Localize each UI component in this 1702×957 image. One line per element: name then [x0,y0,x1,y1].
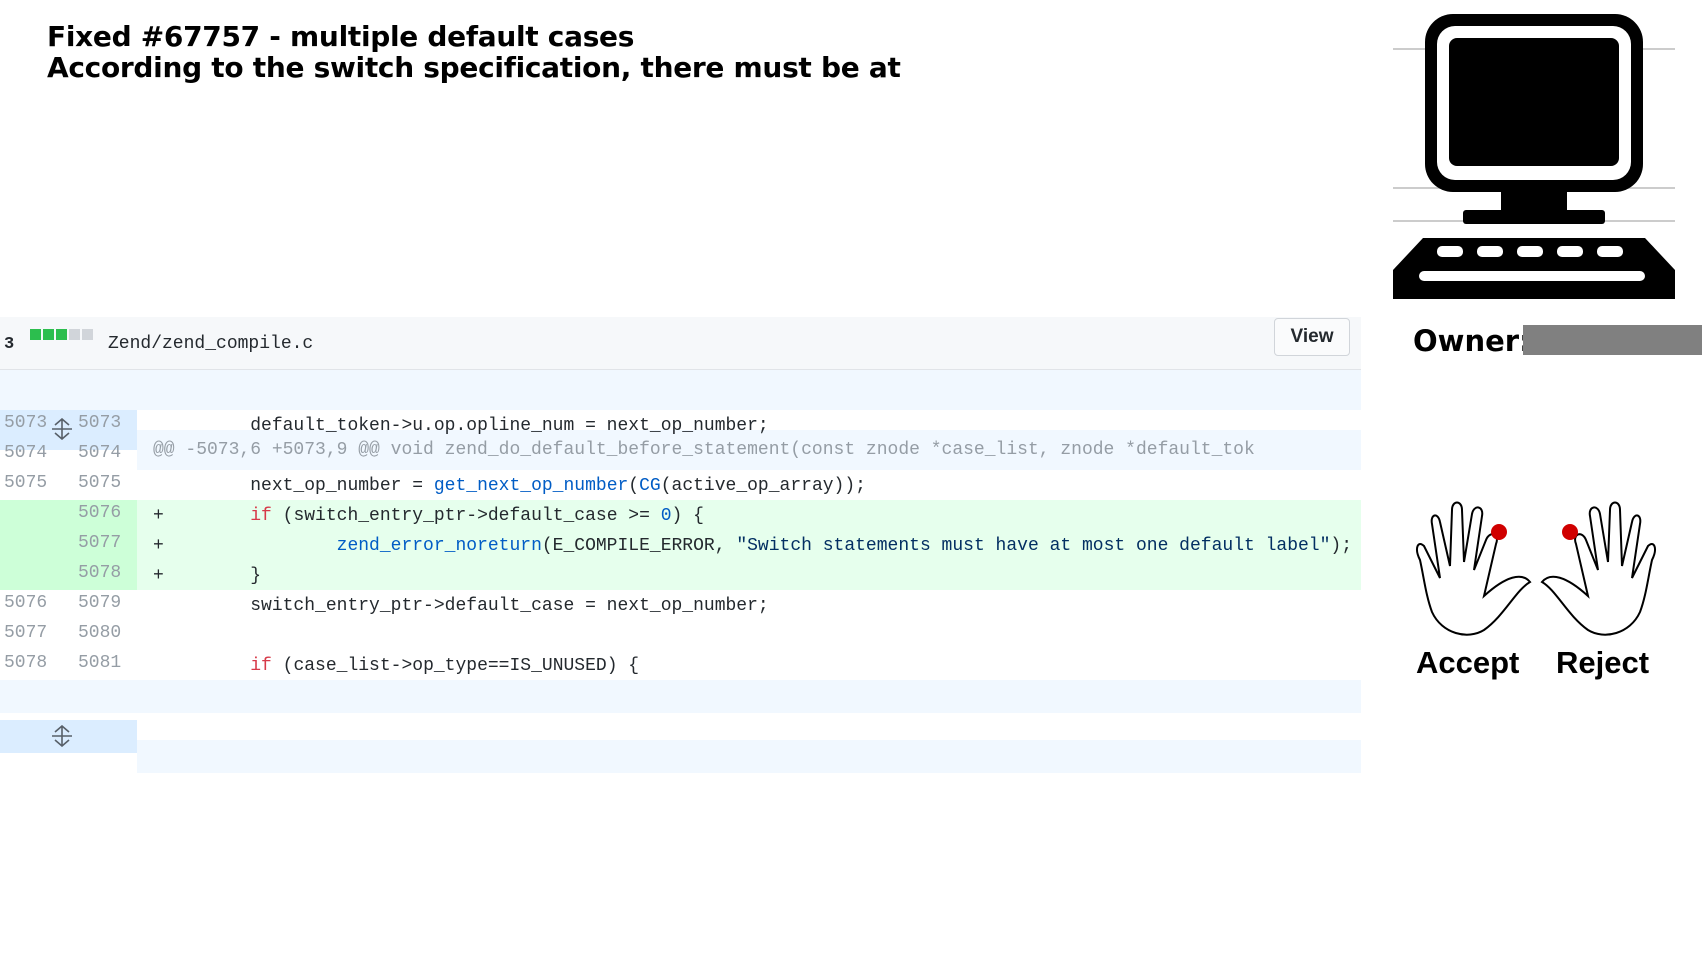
diff-sign [153,476,164,496]
code-token: default_token->u.op.opline_num = next_op… [163,416,769,436]
accept-label[interactable]: Accept [1416,645,1519,681]
expand-icon[interactable] [51,725,73,747]
code-token: ) { [671,506,704,526]
diff-sign: + [153,566,164,586]
code-token: if [250,656,272,676]
title-line-2: According to the switch specification, t… [47,51,901,84]
computer-icon [1393,14,1675,299]
diff-sign: + [153,536,164,556]
old-line-number[interactable]: 5075 [0,470,62,500]
old-line-number[interactable] [0,560,62,590]
code-token: get_next_op_number [433,476,629,496]
context-line-row: 5075 5075 next_op_number = get_next_op_nu… [0,470,1361,500]
code-token: 0 [660,506,672,526]
code-token: (case_list->op_type==IS_UNUSED) { [271,656,640,676]
hunk-footer-row [0,680,1361,773]
code-token: (E_COMPILE_ERROR, [541,536,737,556]
code-line: next_op_number = get_next_op_number(CG(a… [137,470,1361,500]
context-line-row: 5076 5079 switch_entry_ptr->default_case … [0,590,1361,620]
context-line-row: 5077 5080 [0,620,1361,650]
code-token: if [250,506,272,526]
reject-label[interactable]: Reject [1556,645,1649,681]
diffstat-bar [30,329,93,340]
reject-hand-icon[interactable] [1540,500,1660,636]
old-line-number[interactable]: 5078 [0,650,62,680]
file-header: 3 Zend/zend_compile.c View [0,317,1361,370]
code-line: + if (switch_entry_ptr->default_case >= … [137,500,1361,530]
diff-sign [153,656,164,676]
code-token: zend_error_noreturn [336,536,542,556]
title-line-1: Fixed #67757 - multiple default cases [47,20,635,53]
new-line-number[interactable]: 5076 [62,500,137,530]
new-line-number[interactable]: 5074 [62,440,137,470]
accept-hand-icon[interactable] [1412,500,1532,636]
code-token: switch_entry_ptr->default_case = next_op… [163,596,769,616]
new-line-number[interactable]: 5073 [62,410,137,440]
diff-sign [153,596,164,616]
old-line-number[interactable] [0,530,62,560]
context-line-row: 5074 5074 [0,440,1361,470]
old-line-number[interactable]: 5073 [0,410,62,440]
added-line-row: 5076 + if (switch_entry_ptr->default_case… [0,500,1361,530]
code-line: + } [137,560,1361,590]
view-file-button[interactable]: View [1274,318,1350,356]
code-token: next_op_number = [163,476,434,496]
diff-sign [153,446,164,466]
code-token: ); [1330,536,1353,556]
code-token: } [163,566,262,586]
code-line: + zend_error_noreturn(E_COMPILE_ERROR, "… [137,530,1361,560]
new-line-number[interactable]: 5079 [62,590,137,620]
owner-label: Owner: [1413,324,1531,358]
old-line-number[interactable]: 5076 [0,590,62,620]
code-token: (active_op_array)); [660,476,866,496]
context-line-row: 5073 5073 default_token->u.op.opline_num … [0,410,1361,440]
code-line: default_token->u.op.opline_num = next_op… [137,410,1361,440]
change-count: 3 [4,335,15,354]
new-line-number[interactable]: 5080 [62,620,137,650]
code-line: switch_entry_ptr->default_case = next_op… [137,590,1361,620]
code-token: ( [628,476,640,496]
old-line-number[interactable] [0,500,62,530]
diff-sign: + [153,506,164,526]
added-line-row: 5077 + zend_error_noreturn(E_COMPILE_ERRO… [0,530,1361,560]
new-line-number[interactable]: 5078 [62,560,137,590]
owner-value-redacted [1523,325,1702,355]
context-line-row: 5078 5081 if (case_list->op_type==IS_UNUS… [0,650,1361,680]
new-line-number[interactable]: 5081 [62,650,137,680]
old-line-number[interactable]: 5074 [0,440,62,470]
code-line: if (case_list->op_type==IS_UNUSED) { [137,650,1361,680]
hunk-header-row: @@ -5073,6 +5073,9 @@ void zend_do_defau… [0,370,1361,470]
old-line-number[interactable]: 5077 [0,620,62,650]
added-line-row: 5078 + } [0,560,1361,590]
diff-view: 3 Zend/zend_compile.c View @@ -5073,6 +5… [0,317,1361,773]
diff-sign [153,416,164,436]
new-line-number[interactable]: 5075 [62,470,137,500]
code-token: "Switch statements must have at most one… [736,536,1331,556]
new-line-number[interactable]: 5077 [62,530,137,560]
code-line [137,620,1361,650]
code-line [137,440,1361,470]
code-token: CG [639,476,661,496]
diff-sign [153,626,164,646]
page-title: Fixed #67757 - multiple default cases Ac… [47,21,901,83]
file-path[interactable]: Zend/zend_compile.c [108,334,313,354]
code-token: (switch_entry_ptr->default_case >= [271,506,661,526]
